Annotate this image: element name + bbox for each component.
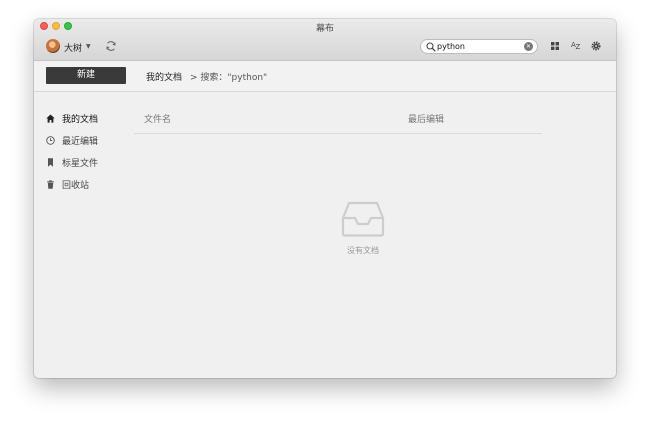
bookmark-icon <box>48 158 53 167</box>
grid-view-icon[interactable] <box>551 42 559 50</box>
user-menu[interactable]: 大树 <box>64 41 82 54</box>
sidebar-item-label: 标星文件 <box>62 159 99 169</box>
empty-inbox-icon <box>341 201 385 237</box>
titlebar: 幕布 大树 ▼ ✕ AZ <box>34 19 616 61</box>
sidebar-item-label: 我的文档 <box>62 115 99 125</box>
sync-icon[interactable] <box>105 40 117 52</box>
toolbar: 新建 我的文档 > 搜索："python" <box>34 62 616 92</box>
breadcrumb-root[interactable]: 我的文档 <box>146 70 182 83</box>
clock-icon <box>46 136 55 145</box>
sidebar-item-label: 最近编辑 <box>62 137 99 147</box>
search-input[interactable] <box>437 41 525 52</box>
search-icon <box>426 42 436 52</box>
clear-search-icon[interactable]: ✕ <box>524 42 533 51</box>
breadcrumb-search: > 搜索："python" <box>190 73 268 83</box>
chevron-down-icon[interactable]: ▼ <box>86 43 91 50</box>
column-header-last-edited[interactable]: 最后编辑 <box>408 112 444 125</box>
search-box[interactable]: ✕ <box>420 39 538 54</box>
trash-icon <box>47 180 54 189</box>
gear-icon[interactable] <box>591 41 601 51</box>
empty-state-text: 没有文档 <box>347 246 379 255</box>
new-document-button[interactable]: 新建 <box>46 67 126 84</box>
column-header-filename[interactable]: 文件名 <box>144 112 171 125</box>
header-divider <box>134 133 542 134</box>
window-title: 幕布 <box>315 24 334 34</box>
sort-az-icon[interactable]: AZ <box>571 41 580 51</box>
sidebar-item-label: 回收站 <box>62 181 90 191</box>
app-window: 幕布 大树 ▼ ✕ AZ <box>34 19 616 378</box>
avatar[interactable] <box>46 39 60 53</box>
home-icon <box>46 114 55 123</box>
